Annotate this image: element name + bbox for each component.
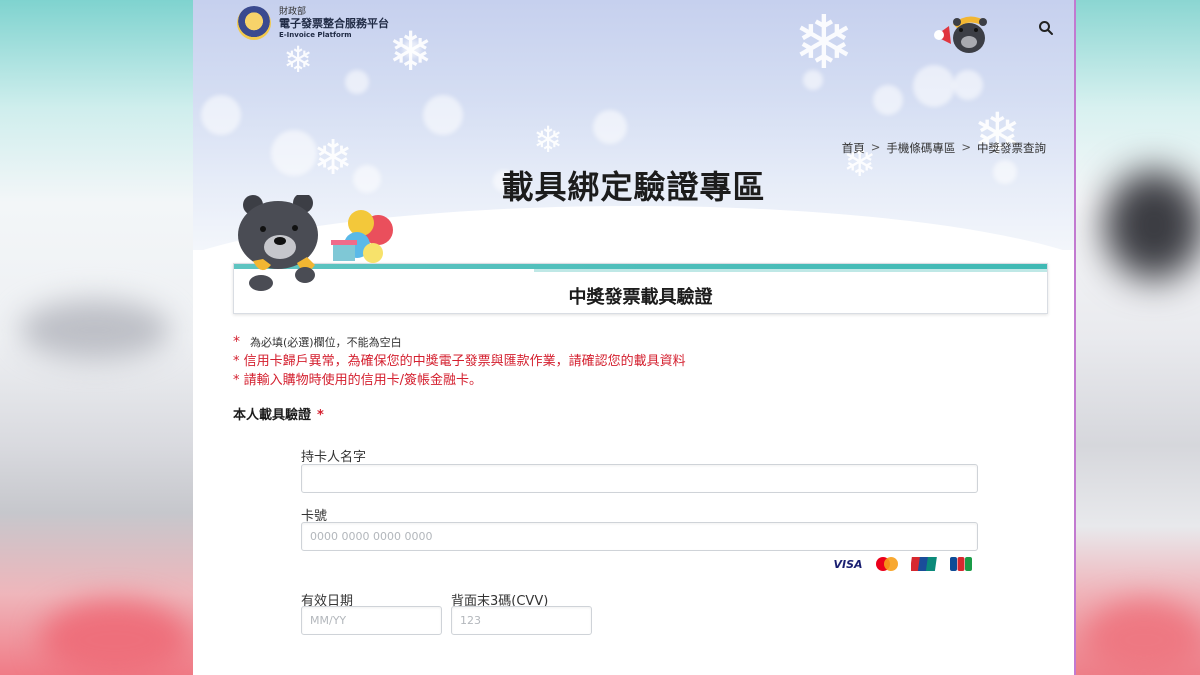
snowflake-icon: ❄ xyxy=(388,20,434,83)
breadcrumb-separator: > xyxy=(961,140,971,154)
snowflake-icon: ❄ xyxy=(793,0,856,86)
breadcrumb-home[interactable]: 首頁 xyxy=(842,140,865,156)
bear-mascot-balloons-icon xyxy=(238,195,393,291)
required-note: 為必填(必選)欄位，不能為空白 xyxy=(250,336,402,349)
main-page: ❄ ❄ ❄ ❄ ❄ ❄ ❄ 財政部 電子發票整合服務平台 E-Invoice P… xyxy=(193,0,1074,675)
snowflake-icon: ❄ xyxy=(533,120,564,161)
breadcrumb-separator: > xyxy=(870,140,881,154)
jcb-icon xyxy=(950,557,972,571)
visa-icon: VISA xyxy=(833,557,863,571)
blurred-backdrop-left xyxy=(0,0,193,675)
unionpay-icon xyxy=(911,557,937,571)
bear-mascot-megaphone-icon xyxy=(934,16,987,53)
cardholder-name-input[interactable] xyxy=(301,464,978,493)
search-icon[interactable] xyxy=(1038,20,1054,36)
blurred-backdrop-right xyxy=(1074,0,1200,675)
mastercard-icon xyxy=(876,557,898,571)
cardholder-label: 持卡人名字 xyxy=(301,450,367,465)
brand-subtitle: E-Invoice Platform xyxy=(279,31,352,39)
card-brand-logos: VISA xyxy=(833,556,973,572)
notice-enter-card: * 請輸入購物時使用的信用卡/簽帳金融卡。 xyxy=(233,373,483,388)
form-notes: * 為必填(必選)欄位，不能為空白 * 信用卡歸戶異常，為確保您的中獎電子發票與… xyxy=(233,333,686,390)
breadcrumb: 首頁 > 手機條碼專區 > 中獎發票查詢 xyxy=(842,140,1046,156)
brand-name[interactable]: 電子發票整合服務平台 xyxy=(279,15,389,31)
ministry-logo[interactable] xyxy=(237,6,271,40)
snowflake-icon: ❄ xyxy=(283,40,314,81)
breadcrumb-winning-invoice[interactable]: 中獎發票查詢 xyxy=(977,140,1046,156)
required-star: * xyxy=(317,408,324,423)
cvv-input[interactable] xyxy=(451,606,592,635)
verification-section-label: 本人載具驗證 * xyxy=(233,408,324,423)
notice-credit-card-abnormal: * 信用卡歸戶異常，為確保您的中獎電子發票與匯款作業，請確認您的載具資料 xyxy=(233,354,686,369)
snowflake-icon: ❄ xyxy=(973,100,1022,168)
breadcrumb-mobile-barcode[interactable]: 手機條碼專區 xyxy=(886,140,955,156)
card-number-input[interactable] xyxy=(301,522,978,551)
required-star: * xyxy=(233,334,240,350)
expiry-date-input[interactable] xyxy=(301,606,442,635)
